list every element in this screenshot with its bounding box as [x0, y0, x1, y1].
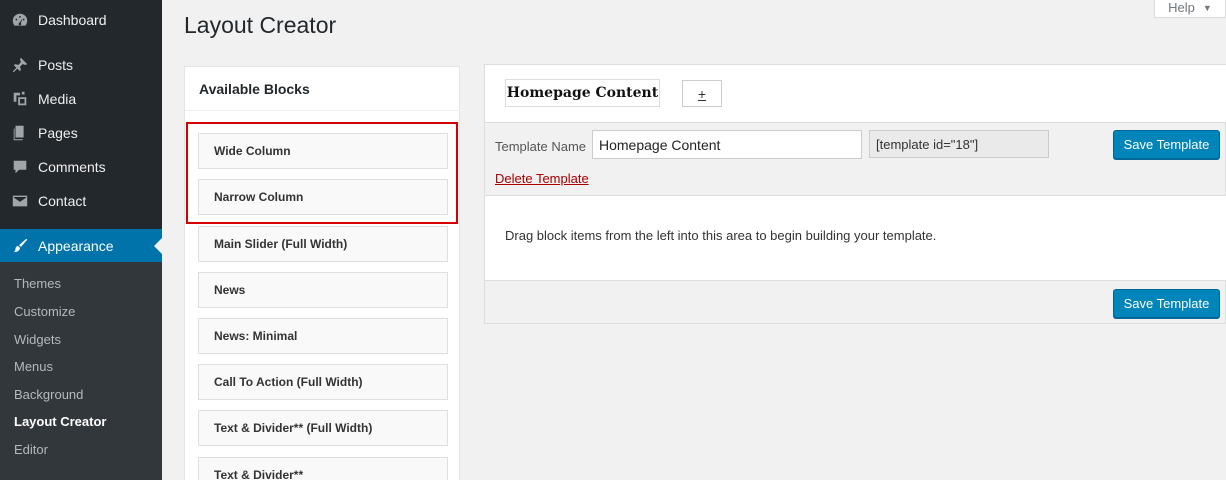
save-template-button[interactable]: Save Template	[1113, 130, 1220, 159]
template-tabs-row: Homepage Content +	[485, 65, 1226, 123]
comment-icon	[0, 158, 38, 176]
menu-item-posts[interactable]: Posts	[0, 48, 162, 82]
delete-template-link[interactable]: Delete Template	[495, 171, 589, 186]
menu-item-label: Dashboard	[38, 12, 107, 28]
submenu-item-customize[interactable]: Customize	[14, 304, 75, 319]
menu-item-appearance[interactable]: Appearance	[0, 229, 162, 263]
block-item-text-divider-full[interactable]: Text & Divider** (Full Width)	[198, 410, 448, 446]
admin-sidebar: Dashboard Posts Media Pages Comments Con…	[0, 0, 162, 480]
add-template-tab-button[interactable]: +	[682, 80, 722, 107]
submenu-item-layout-creator[interactable]: Layout Creator	[14, 414, 106, 429]
block-item-call-to-action[interactable]: Call To Action (Full Width)	[198, 364, 448, 400]
template-editor-panel: Homepage Content + Template Name Homepag…	[484, 64, 1226, 324]
menu-item-dashboard[interactable]: Dashboard	[0, 3, 162, 37]
menu-item-label: Contact	[38, 193, 87, 209]
template-shortcode-field[interactable]: [template id="18"]	[869, 130, 1049, 158]
available-blocks-title: Available Blocks	[185, 67, 459, 111]
menu-item-label: Media	[38, 91, 77, 107]
media-icon	[0, 90, 38, 108]
envelope-icon	[0, 192, 38, 210]
menu-item-media[interactable]: Media	[0, 82, 162, 116]
pushpin-icon	[0, 56, 38, 74]
menu-item-label: Comments	[38, 159, 106, 175]
menu-item-label: Posts	[38, 57, 74, 73]
menu-item-comments[interactable]: Comments	[0, 150, 162, 184]
drop-area-hint: Drag block items from the left into this…	[505, 228, 937, 243]
submenu-item-background[interactable]: Background	[14, 387, 83, 402]
pages-icon	[0, 124, 38, 142]
submenu-item-widgets[interactable]: Widgets	[14, 332, 61, 347]
page-title: Layout Creator	[184, 12, 337, 38]
submenu-item-editor[interactable]: Editor	[14, 442, 48, 457]
menu-item-label: Appearance	[38, 238, 114, 254]
block-item-wide-column[interactable]: Wide Column	[198, 133, 448, 169]
help-tab-button[interactable]: Help ▼	[1154, 0, 1226, 18]
submenu-item-menus[interactable]: Menus	[14, 359, 53, 374]
menu-item-contact[interactable]: Contact	[0, 184, 162, 218]
template-drop-area[interactable]: Drag block items from the left into this…	[485, 195, 1226, 281]
appearance-submenu: Themes Customize Widgets Menus Backgroun…	[0, 262, 162, 480]
tab-homepage-content[interactable]: Homepage Content	[505, 79, 660, 107]
dashboard-icon	[0, 11, 38, 29]
block-item-news-minimal[interactable]: News: Minimal	[198, 318, 448, 354]
help-label: Help	[1168, 0, 1195, 15]
available-blocks-panel: Available Blocks Wide Column Narrow Colu…	[184, 66, 460, 480]
block-item-news[interactable]: News	[198, 272, 448, 308]
menu-item-pages[interactable]: Pages	[0, 116, 162, 150]
caret-down-icon: ▼	[1202, 2, 1212, 13]
block-item-main-slider[interactable]: Main Slider (Full Width)	[198, 226, 448, 262]
block-item-text-divider[interactable]: Text & Divider**	[198, 457, 448, 480]
template-name-label: Template Name	[495, 139, 587, 154]
submenu-item-themes[interactable]: Themes	[14, 276, 61, 291]
menu-item-label: Pages	[38, 125, 78, 141]
paintbrush-icon	[0, 237, 38, 255]
template-name-input[interactable]: Homepage Content	[592, 130, 862, 159]
save-template-button-bottom[interactable]: Save Template	[1113, 289, 1220, 318]
block-item-narrow-column[interactable]: Narrow Column	[198, 179, 448, 215]
